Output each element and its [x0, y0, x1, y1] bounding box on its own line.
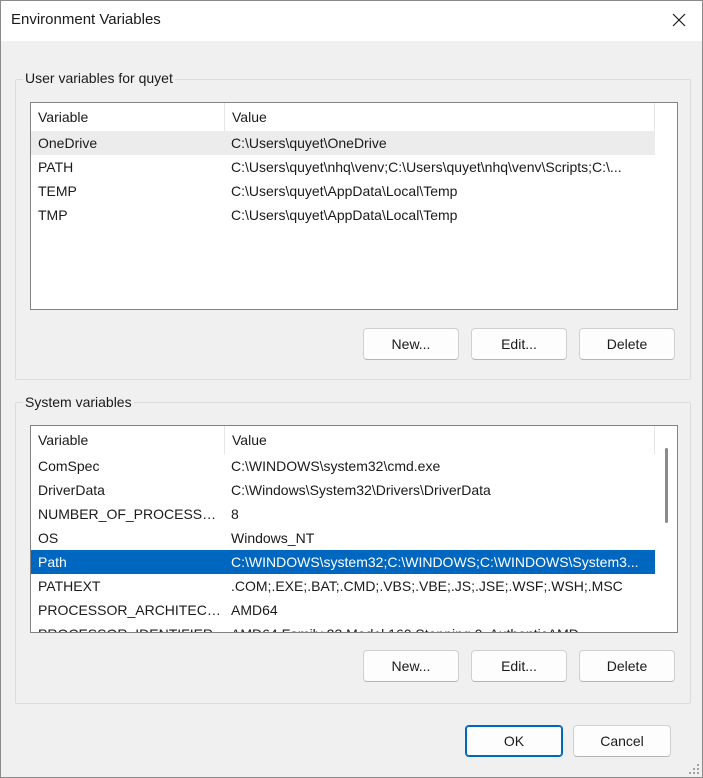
resize-grip-icon[interactable]	[688, 763, 700, 775]
variable-name: NUMBER_OF_PROCESSORS	[38, 506, 224, 522]
variable-value: AMD64 Family 23 Model 160 Stepping 0, Au…	[224, 622, 655, 632]
ok-button[interactable]: OK	[465, 725, 563, 757]
close-icon	[672, 13, 686, 27]
variable-name: OneDrive	[38, 135, 98, 151]
system-edit-button[interactable]: Edit...	[471, 650, 567, 682]
close-button[interactable]	[656, 1, 702, 39]
variable-value: C:\WINDOWS\system32\cmd.exe	[231, 458, 441, 474]
variable-value: C:\Users\quyet\nhq\venv;C:\Users\quyet\n…	[231, 159, 622, 175]
system-list-scrollbar[interactable]	[656, 426, 676, 632]
environment-variables-dialog: Environment Variables User variables for…	[0, 0, 703, 778]
variable-name: PROCESSOR_ARCHITECTU...	[38, 602, 224, 618]
variable-name: ComSpec	[38, 458, 100, 474]
user-list-header: Variable Value	[31, 103, 655, 131]
system-variables-list[interactable]: Variable Value ComSpec C:\WINDOWS\system…	[30, 425, 678, 633]
variable-name: OS	[38, 530, 59, 546]
variable-name: TEMP	[38, 183, 77, 199]
variable-value: .COM;.EXE;.BAT;.CMD;.VBS;.VBE;.JS;.JSE;.…	[231, 578, 623, 594]
variable-value: C:\WINDOWS\system32;C:\WINDOWS;C:\WINDOW…	[231, 554, 639, 570]
column-header-value[interactable]: Value	[225, 426, 655, 454]
user-edit-button[interactable]: Edit...	[471, 328, 567, 360]
cancel-button[interactable]: Cancel	[573, 725, 671, 757]
list-item[interactable]: OS Windows_NT	[31, 526, 655, 550]
user-variables-label: User variables for quyet	[23, 70, 175, 86]
scrollbar-thumb[interactable]	[665, 448, 668, 523]
variable-value: C:\Users\quyet\AppData\Local\Temp	[231, 207, 458, 223]
system-list-header: Variable Value	[31, 426, 655, 454]
variable-name: PATHEXT	[38, 578, 101, 594]
list-item[interactable]: OneDrive C:\Users\quyet\OneDrive	[31, 131, 655, 155]
variable-name: Path	[38, 554, 67, 570]
variable-value: AMD64	[231, 602, 278, 618]
user-new-button[interactable]: New...	[363, 328, 459, 360]
user-delete-button[interactable]: Delete	[579, 328, 675, 360]
list-item[interactable]: PROCESSOR_IDENTIFIER AMD64 Family 23 Mod…	[31, 622, 655, 632]
list-item[interactable]: PATHEXT .COM;.EXE;.BAT;.CMD;.VBS;.VBE;.J…	[31, 574, 655, 598]
variable-name: DriverData	[38, 482, 105, 498]
list-item-selected[interactable]: Path C:\WINDOWS\system32;C:\WINDOWS;C:\W…	[31, 550, 655, 574]
variable-name: TMP	[38, 207, 68, 223]
list-item[interactable]: DriverData C:\Windows\System32\Drivers\D…	[31, 478, 655, 502]
variable-value: Windows_NT	[231, 530, 315, 546]
list-item[interactable]: PATH C:\Users\quyet\nhq\venv;C:\Users\qu…	[31, 155, 655, 179]
variable-value: C:\Users\quyet\AppData\Local\Temp	[231, 183, 458, 199]
variable-name: PATH	[38, 159, 74, 175]
system-delete-button[interactable]: Delete	[579, 650, 675, 682]
variable-value: C:\Windows\System32\Drivers\DriverData	[231, 482, 491, 498]
list-item[interactable]: PROCESSOR_ARCHITECTU... AMD64	[31, 598, 655, 622]
system-new-button[interactable]: New...	[363, 650, 459, 682]
variable-name: PROCESSOR_IDENTIFIER	[31, 622, 224, 632]
variable-value: C:\Users\quyet\OneDrive	[231, 135, 387, 151]
variable-value: 8	[231, 506, 239, 522]
list-item[interactable]: TMP C:\Users\quyet\AppData\Local\Temp	[31, 203, 655, 227]
list-item[interactable]: TEMP C:\Users\quyet\AppData\Local\Temp	[31, 179, 655, 203]
user-variables-list[interactable]: Variable Value OneDrive C:\Users\quyet\O…	[30, 102, 678, 310]
column-header-variable[interactable]: Variable	[31, 426, 225, 454]
title-bar: Environment Variables	[1, 1, 702, 41]
system-variables-label: System variables	[23, 394, 134, 410]
column-header-variable[interactable]: Variable	[31, 103, 225, 131]
list-item[interactable]: ComSpec C:\WINDOWS\system32\cmd.exe	[31, 454, 655, 478]
window-title: Environment Variables	[11, 11, 161, 28]
list-item[interactable]: NUMBER_OF_PROCESSORS 8	[31, 502, 655, 526]
column-header-value[interactable]: Value	[225, 103, 655, 131]
